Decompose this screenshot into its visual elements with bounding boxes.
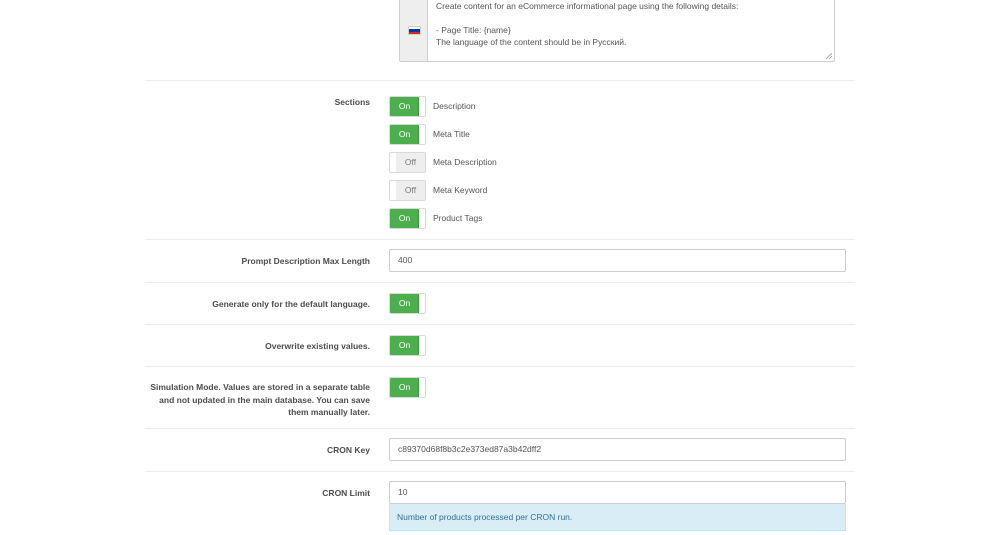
divider — [145, 366, 855, 367]
prompt-textarea[interactable]: Create content for an eCommerce informat… — [399, 0, 835, 62]
prompt-max-length-input[interactable]: 400 — [389, 249, 846, 272]
toggle-state: On — [390, 209, 419, 228]
prompt-max-length-label: Prompt Description Max Length — [241, 256, 370, 266]
toggle-meta-title[interactable]: On — [389, 124, 426, 145]
section-label-product-tags: Product Tags — [433, 213, 483, 223]
section-label-meta-keyword: Meta Keyword — [433, 185, 488, 195]
language-flag-column — [400, 0, 428, 61]
toggle-state: On — [390, 336, 419, 355]
divider — [145, 471, 855, 472]
toggle-default-language[interactable]: On — [389, 293, 426, 314]
section-label-meta-title: Meta Title — [433, 129, 470, 139]
section-label-description: Description — [433, 101, 476, 111]
default-language-label: Generate only for the default language. — [212, 299, 370, 309]
toggle-state: On — [390, 294, 419, 313]
toggle-meta-description[interactable]: Off — [389, 152, 426, 173]
divider — [145, 282, 855, 283]
toggle-state: Off — [396, 153, 425, 172]
prompt-text[interactable]: Create content for an eCommerce informat… — [436, 0, 826, 48]
russia-flag-icon — [408, 26, 421, 35]
divider — [145, 80, 855, 81]
toggle-simulation-mode[interactable]: On — [389, 377, 426, 398]
cron-limit-label: CRON Limit — [322, 488, 370, 498]
overwrite-label: Overwrite existing values. — [265, 341, 370, 351]
sections-label: Sections — [334, 97, 370, 107]
cron-limit-input[interactable]: 10 — [389, 481, 846, 504]
toggle-description[interactable]: On — [389, 96, 426, 117]
cron-key-label: CRON Key — [327, 445, 370, 455]
simulation-mode-label: Simulation Mode. Values are stored in a … — [150, 382, 370, 417]
cron-limit-help: Number of products processed per CRON ru… — [389, 504, 846, 531]
section-label-meta-description: Meta Description — [433, 157, 497, 167]
divider — [145, 239, 855, 240]
toggle-overwrite[interactable]: On — [389, 335, 426, 356]
toggle-product-tags[interactable]: On — [389, 208, 426, 229]
divider — [145, 428, 855, 429]
toggle-state: On — [390, 125, 419, 144]
toggle-state: Off — [396, 181, 425, 200]
resize-grip-icon[interactable] — [826, 53, 832, 59]
toggle-state: On — [390, 378, 419, 397]
divider — [145, 324, 855, 325]
cron-key-input[interactable]: c89370d68f8b3c2e373ed87a3b42dff2 — [389, 438, 846, 461]
toggle-state: On — [390, 97, 419, 116]
toggle-meta-keyword[interactable]: Off — [389, 180, 426, 201]
